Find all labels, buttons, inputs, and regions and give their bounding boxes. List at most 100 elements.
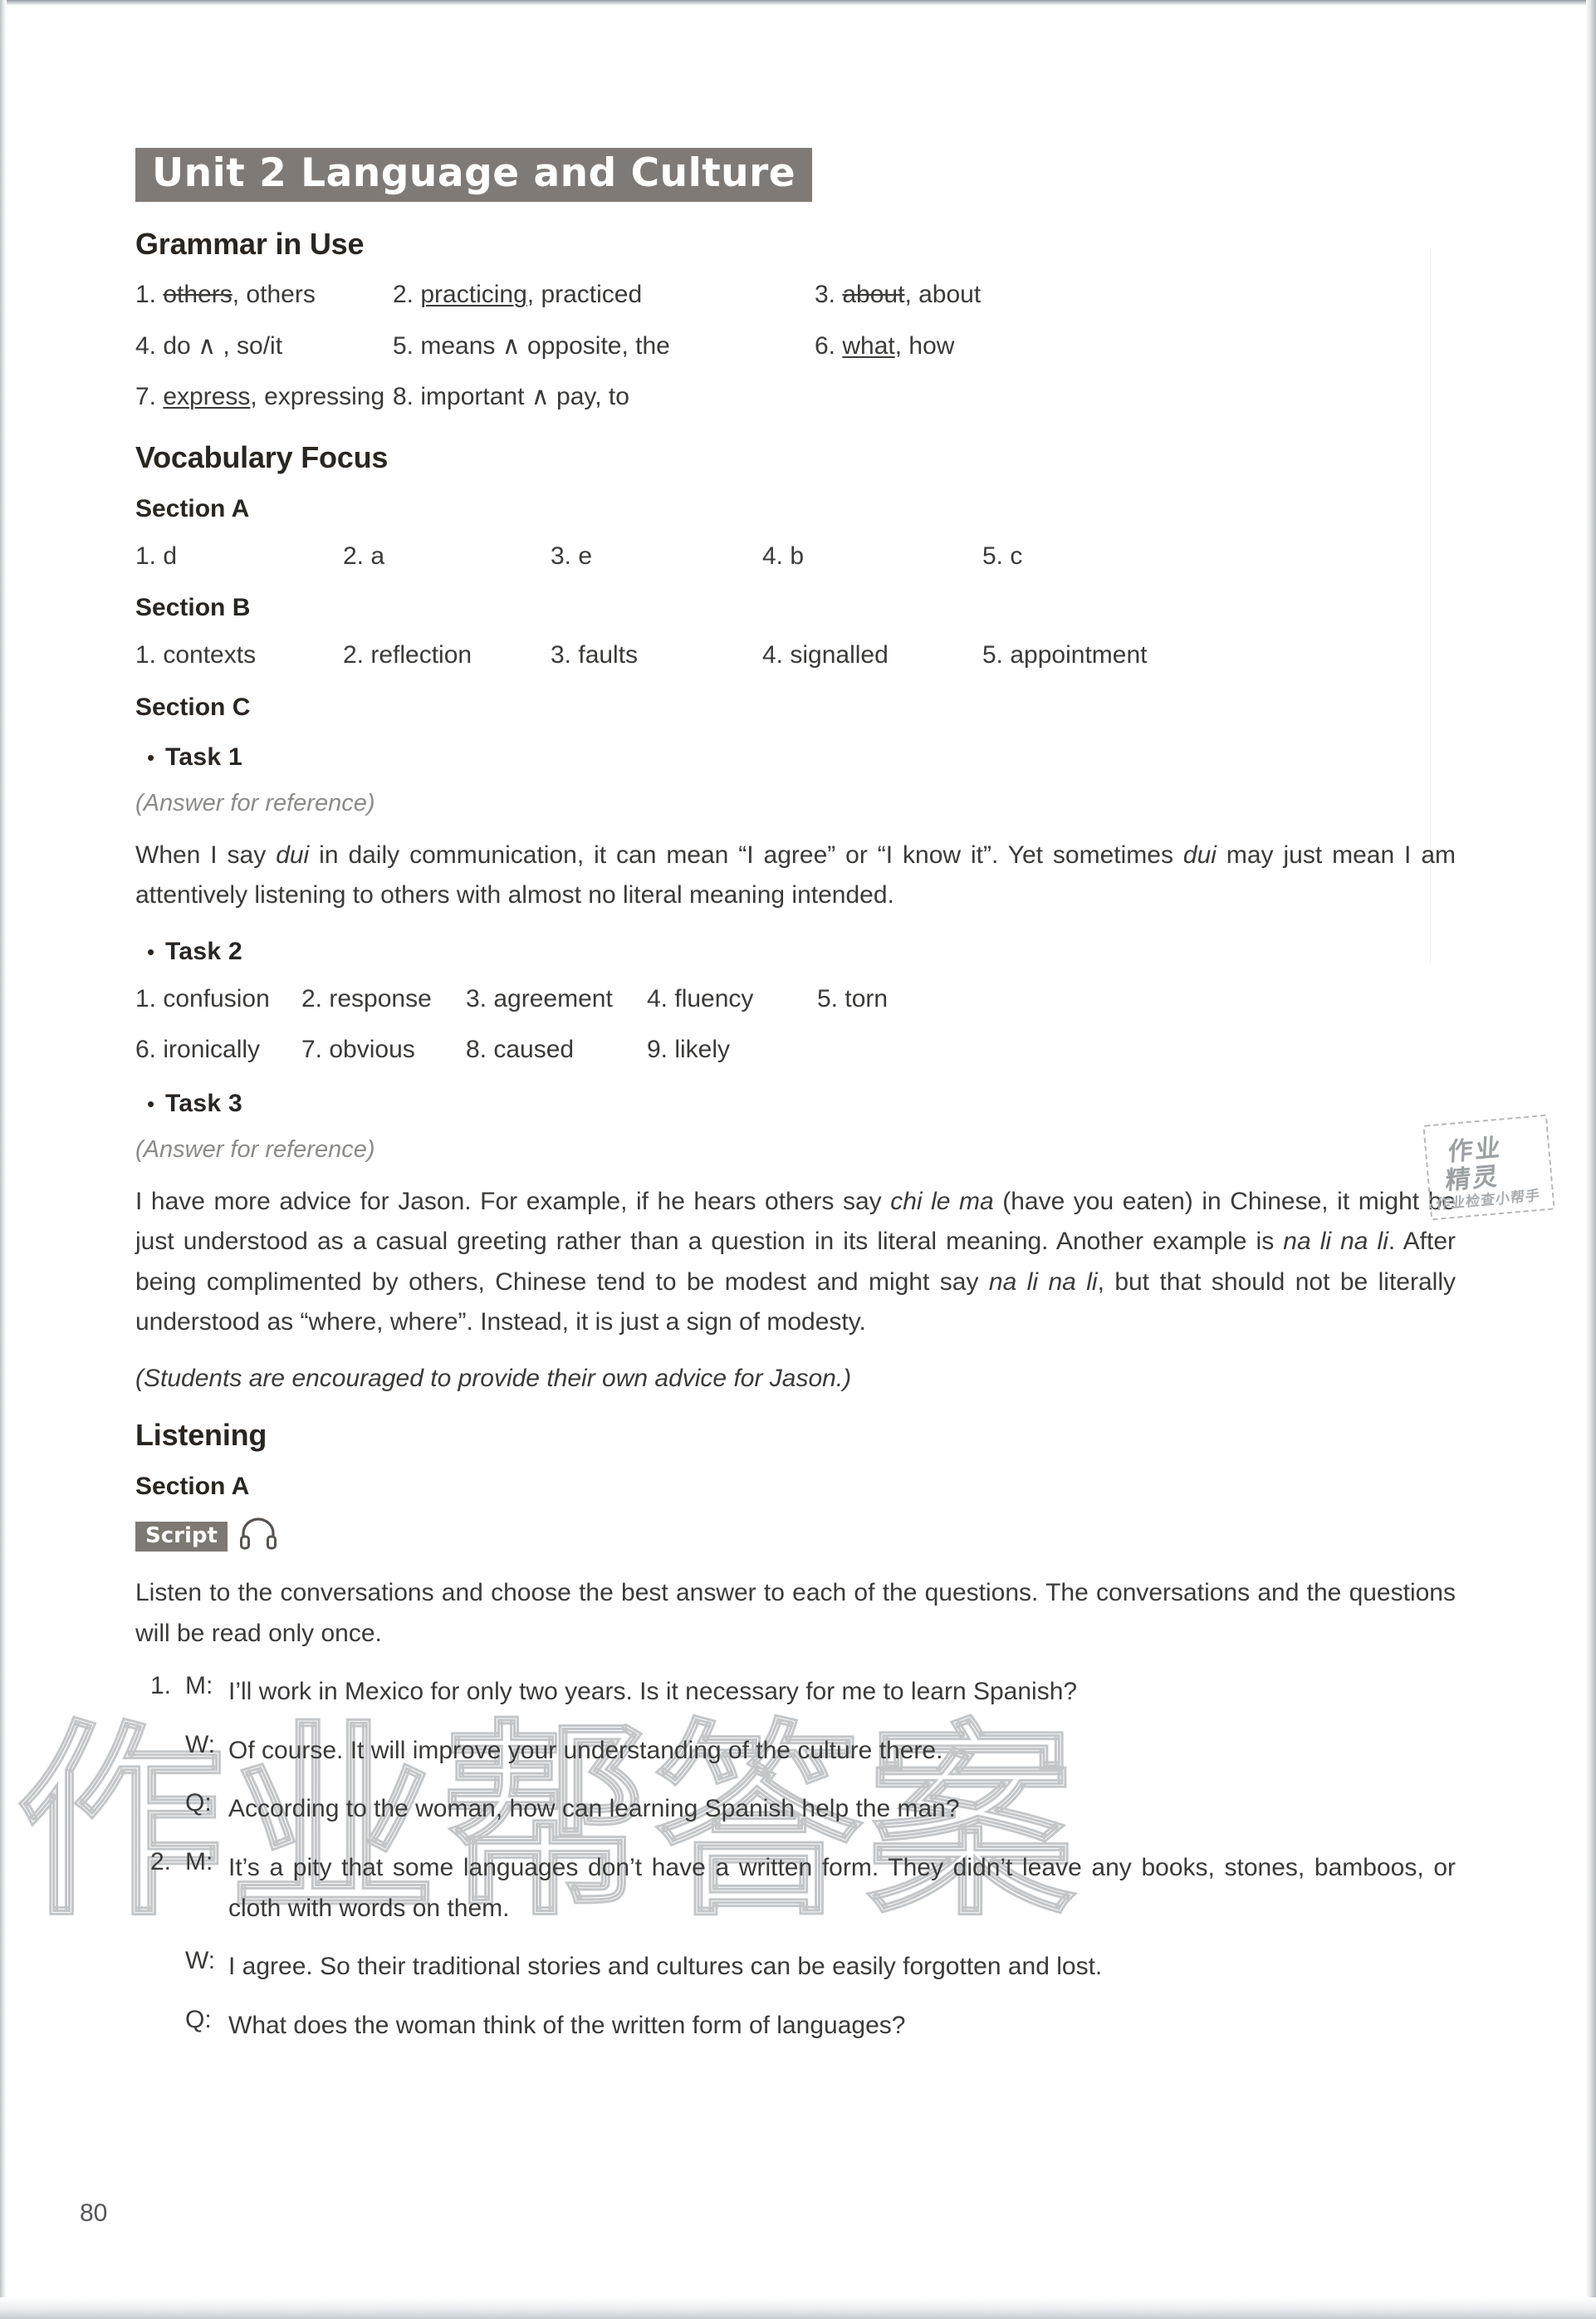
scan-edge-bottom xyxy=(0,2297,1596,2319)
task-2-answer-4: 4. fluency xyxy=(647,984,754,1012)
grammar-answer-8: 8. important ∧ pay, to xyxy=(393,379,815,415)
grammar-answer-6-rest: , how xyxy=(894,331,955,360)
dialogue-1-line-q: According to the woman, how can learning… xyxy=(228,1795,960,1823)
dialogue-line: 2. M: It’s a pity that some languages do… xyxy=(135,1848,1456,1929)
bullet-icon: • xyxy=(147,939,155,964)
dialogue-1-line-w: Of course. It will improve your understa… xyxy=(228,1736,943,1764)
task-3-student-note: (Students are encouraged to provide thei… xyxy=(135,1365,852,1393)
grammar-answer-1: 1. others, others xyxy=(135,277,393,313)
grammar-answer-row: 1. others, others 2. practicing, practic… xyxy=(135,277,1456,313)
scan-edge-right xyxy=(1586,0,1596,2319)
grammar-answer-6-num: 6. xyxy=(815,331,836,360)
grammar-answer-blank xyxy=(815,379,1080,415)
vocab-a-answer-2: 2. a xyxy=(343,542,385,570)
stamp-line-1: 作业 xyxy=(1447,1133,1504,1168)
task-1-answer-part-2: in daily communication, it can mean “I a… xyxy=(309,841,1183,869)
vocab-b-answer-1: 1. contexts xyxy=(135,641,257,669)
task-1-label: Task 1 xyxy=(165,743,242,771)
grammar-answer-5-text: means ∧ opposite, the xyxy=(420,331,670,360)
listening-section-a-heading: Section A xyxy=(135,1473,250,1501)
task-2-answer-2: 2. response xyxy=(301,984,432,1012)
vocab-b-answer-5: 5. appointment xyxy=(982,641,1148,669)
dialogue-1-number-spacer xyxy=(135,1789,185,1830)
grammar-answer-3: 3. about, about xyxy=(815,277,1080,313)
grammar-answer-row: 7. express, expressing 8. important ∧ pa… xyxy=(135,379,1456,415)
dialogue-line: W: I agree. So their traditional stories… xyxy=(135,1947,1456,1988)
dialogue-1-number: 1. xyxy=(150,1672,172,1700)
task-2-answer-6: 6. ironically xyxy=(135,1036,261,1064)
bullet-icon: • xyxy=(147,744,155,770)
grammar-answer-3-struck: about xyxy=(842,281,905,308)
dialogue-2-speaker-q: Q: xyxy=(185,2005,212,2033)
grammar-answer-4: 4. do ∧ , so/it xyxy=(135,328,393,365)
grammar-answer-4-num: 4. xyxy=(135,331,157,360)
task-1-answer-italic-2: dui xyxy=(1182,841,1217,869)
grammar-answer-3-rest: , about xyxy=(904,281,982,308)
script-badge[interactable]: Script xyxy=(135,1521,228,1552)
grammar-answer-7-num: 7. xyxy=(135,383,157,410)
dialogue-1: 1. M: I’ll work in Mexico for only two y… xyxy=(135,1672,1456,1830)
dialogue-line: Q: What does the woman think of the writ… xyxy=(135,2006,1456,2047)
vocabulary-section-b-answers: 1. contexts 2. reflection 3. faults 4. s… xyxy=(135,637,1456,674)
vocabulary-section-c-heading: Section C xyxy=(135,693,251,721)
dialogue-line: 1. M: I’ll work in Mexico for only two y… xyxy=(135,1672,1456,1713)
task-1-answer-paragraph: When I say dui in daily communication, i… xyxy=(135,836,1456,916)
dialogue-2-number-spacer xyxy=(135,2006,185,2047)
grammar-answer-row: 4. do ∧ , so/it 5. means ∧ opposite, the… xyxy=(135,328,1456,365)
scan-edge-left xyxy=(0,0,7,2319)
task-2-answer-8: 8. caused xyxy=(466,1036,575,1064)
vocab-a-answer-4: 4. b xyxy=(762,542,805,570)
grammar-answer-8-text: important ∧ pay, to xyxy=(420,383,629,410)
vocab-a-answer-1: 1. d xyxy=(135,542,178,570)
grammar-answer-2-rest: , practiced xyxy=(526,281,643,308)
vocabulary-section-a-heading: Section A xyxy=(135,494,250,522)
grammar-answer-8-num: 8. xyxy=(393,383,414,410)
task-3-answer-part-1: I have more advice for Jason. For exampl… xyxy=(135,1187,891,1215)
dialogue-line: W: Of course. It will improve your under… xyxy=(135,1731,1456,1772)
dialogue-2-line-w: I agree. So their traditional stories an… xyxy=(228,1953,1103,1981)
grammar-answer-5-num: 5. xyxy=(393,331,414,360)
task-2-answers-row-2: 6. ironically 7. obvious 8. caused 9. li… xyxy=(135,1032,1456,1068)
task-1-answer-italic-1: dui xyxy=(276,841,310,869)
task-2-answer-1: 1. confusion xyxy=(135,984,270,1012)
dialogue-1-speaker-m: M: xyxy=(185,1672,213,1700)
dialogue-2-speaker-w: W: xyxy=(185,1947,216,1975)
task-2-answer-blank xyxy=(817,1032,983,1068)
listening-heading: Listening xyxy=(135,1418,267,1453)
task-3-label: Task 3 xyxy=(165,1089,242,1117)
vocabulary-focus-heading: Vocabulary Focus xyxy=(135,439,389,474)
dialogue-1-number-spacer xyxy=(135,1731,185,1772)
headphones-icon xyxy=(239,1517,277,1555)
script-row: Script xyxy=(135,1517,1456,1555)
dialogue-1-speaker-q: Q: xyxy=(185,1789,212,1817)
task-2-answer-3: 3. agreement xyxy=(466,984,613,1012)
page-content: Unit 2 Language and Culture Grammar in U… xyxy=(135,148,1456,2046)
dialogue-1-speaker-w: W: xyxy=(185,1730,216,1758)
vocab-a-answer-3: 3. e xyxy=(551,542,593,570)
task-2-label: Task 2 xyxy=(165,937,242,965)
grammar-answer-3-num: 3. xyxy=(815,281,836,308)
task-2-answers-row-1: 1. confusion 2. response 3. agreement 4.… xyxy=(135,981,1456,1017)
grammar-answer-2-underlined: practicing xyxy=(420,281,527,308)
scanned-page: 作业帮答案 Unit 2 Language and Culture Gramma… xyxy=(0,0,1596,2319)
vocabulary-section-b-heading: Section B xyxy=(135,594,251,621)
grammar-answer-6-underlined: what xyxy=(842,331,895,360)
grammar-answer-1-struck: others xyxy=(163,281,233,308)
vocab-b-answer-2: 2. reflection xyxy=(343,641,472,669)
scan-edge-top xyxy=(0,0,1596,6)
grammar-answer-5: 5. means ∧ opposite, the xyxy=(393,328,815,365)
dialogue-2-line-q: What does the woman think of the written… xyxy=(228,2011,906,2039)
task-3-answer-paragraph: I have more advice for Jason. For exampl… xyxy=(135,1182,1456,1343)
task-1-header: • Task 1 xyxy=(135,743,1456,772)
grammar-answer-1-num: 1. xyxy=(135,281,157,308)
grammar-answer-7-underlined: express xyxy=(163,383,251,410)
dialogue-2-line-m: It’s a pity that some languages don’t ha… xyxy=(228,1854,1456,1922)
task-2-answer-7: 7. obvious xyxy=(301,1036,415,1064)
task-3-header: • Task 3 xyxy=(135,1090,1456,1118)
task-3-reference-note: (Answer for reference) xyxy=(135,1135,375,1163)
unit-title-banner: Unit 2 Language and Culture xyxy=(135,148,813,202)
dialogue-line: Q: According to the woman, how can learn… xyxy=(135,1789,1456,1830)
dialogue-1-line-m: I’ll work in Mexico for only two years. … xyxy=(228,1678,1078,1706)
task-2-answer-9: 9. likely xyxy=(647,1036,731,1064)
task-3-answer-italic-3: na li na li xyxy=(988,1267,1098,1296)
